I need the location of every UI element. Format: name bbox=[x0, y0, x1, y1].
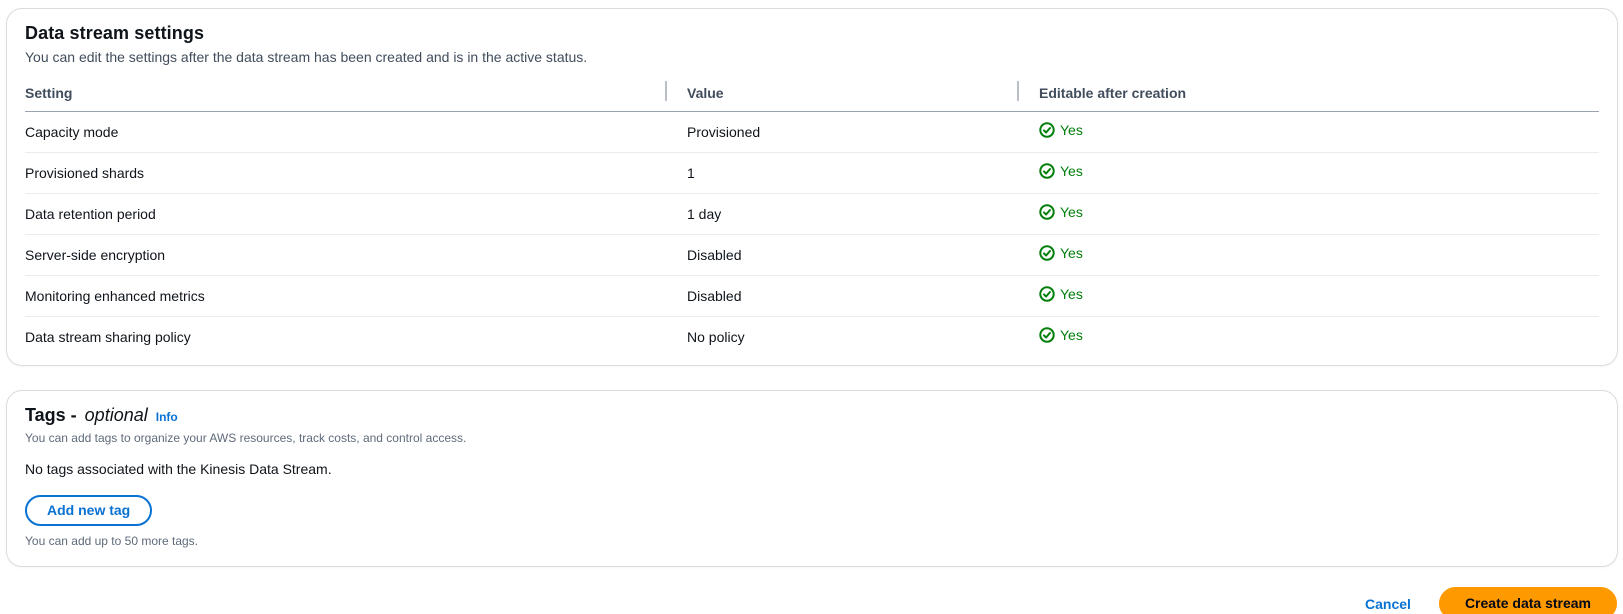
column-header-setting: Setting bbox=[25, 77, 665, 112]
setting-name: Server-side encryption bbox=[25, 234, 665, 276]
editable-status-label: Yes bbox=[1060, 327, 1083, 343]
cancel-button[interactable]: Cancel bbox=[1365, 596, 1411, 612]
success-check-icon bbox=[1039, 122, 1055, 138]
create-data-stream-button[interactable]: Create data stream bbox=[1438, 587, 1617, 614]
success-check-icon bbox=[1039, 245, 1055, 261]
tags-empty-message: No tags associated with the Kinesis Data… bbox=[25, 461, 332, 477]
setting-name: Capacity mode bbox=[25, 111, 665, 153]
setting-value: 1 day bbox=[665, 193, 1017, 235]
setting-value: Disabled bbox=[665, 275, 1017, 317]
settings-card-title: Data stream settings bbox=[25, 23, 205, 43]
setting-name: Provisioned shards bbox=[25, 152, 665, 194]
editable-status: Yes bbox=[1039, 122, 1083, 138]
editable-status-label: Yes bbox=[1060, 204, 1083, 220]
add-new-tag-button[interactable]: Add new tag bbox=[25, 495, 153, 526]
setting-value: Disabled bbox=[665, 234, 1017, 276]
table-row: Provisioned shards 1 Yes bbox=[25, 152, 1599, 194]
editable-status-label: Yes bbox=[1060, 286, 1083, 302]
setting-value: Provisioned bbox=[665, 111, 1017, 153]
setting-name: Data stream sharing policy bbox=[25, 328, 191, 345]
table-row: Server-side encryption Disabled Yes bbox=[25, 234, 1599, 276]
form-actions: Cancel Create data stream bbox=[0, 587, 1623, 614]
success-check-icon bbox=[1039, 327, 1055, 343]
editable-status: Yes bbox=[1039, 163, 1083, 179]
tags-card-title: Tags - bbox=[25, 405, 77, 425]
info-link[interactable]: Info bbox=[156, 410, 178, 424]
tags-card-heading: Tags - optional Info bbox=[25, 405, 1599, 426]
settings-card-description: You can edit the settings after the data… bbox=[25, 49, 588, 65]
success-check-icon bbox=[1039, 163, 1055, 179]
data-stream-settings-card: Data stream settings You can edit the se… bbox=[6, 8, 1618, 366]
table-row: Monitoring enhanced metrics Disabled Yes bbox=[25, 275, 1599, 317]
tags-card-description: You can add tags to organize your AWS re… bbox=[25, 431, 467, 445]
setting-name: Monitoring enhanced metrics bbox=[25, 275, 665, 317]
editable-status-label: Yes bbox=[1060, 163, 1083, 179]
tags-card-title-optional: optional bbox=[84, 405, 148, 425]
settings-table-header-row: Setting Value Editable after creation bbox=[25, 77, 1599, 112]
setting-name: Data retention period bbox=[25, 193, 665, 235]
editable-status-label: Yes bbox=[1060, 122, 1083, 138]
setting-value: 1 bbox=[665, 152, 1017, 194]
tags-limit-message: You can add up to 50 more tags. bbox=[25, 534, 199, 548]
editable-status: Yes bbox=[1039, 204, 1083, 220]
setting-value: No policy bbox=[687, 328, 745, 345]
editable-status-label: Yes bbox=[1060, 245, 1083, 261]
success-check-icon bbox=[1039, 204, 1055, 220]
editable-status: Yes bbox=[1039, 245, 1083, 261]
table-row: Capacity mode Provisioned Yes bbox=[25, 111, 1599, 153]
tags-card: Tags - optional Info You can add tags to… bbox=[6, 390, 1618, 567]
editable-status: Yes bbox=[1039, 286, 1083, 302]
column-header-value: Value bbox=[665, 77, 1017, 112]
table-row: Data stream sharing policy No policy Yes bbox=[25, 317, 1599, 358]
editable-status: Yes bbox=[1039, 327, 1083, 343]
success-check-icon bbox=[1039, 286, 1055, 302]
table-row: Data retention period 1 day Yes bbox=[25, 193, 1599, 235]
column-header-editable: Editable after creation bbox=[1017, 77, 1599, 112]
settings-table: Setting Value Editable after creation Ca… bbox=[25, 77, 1599, 357]
